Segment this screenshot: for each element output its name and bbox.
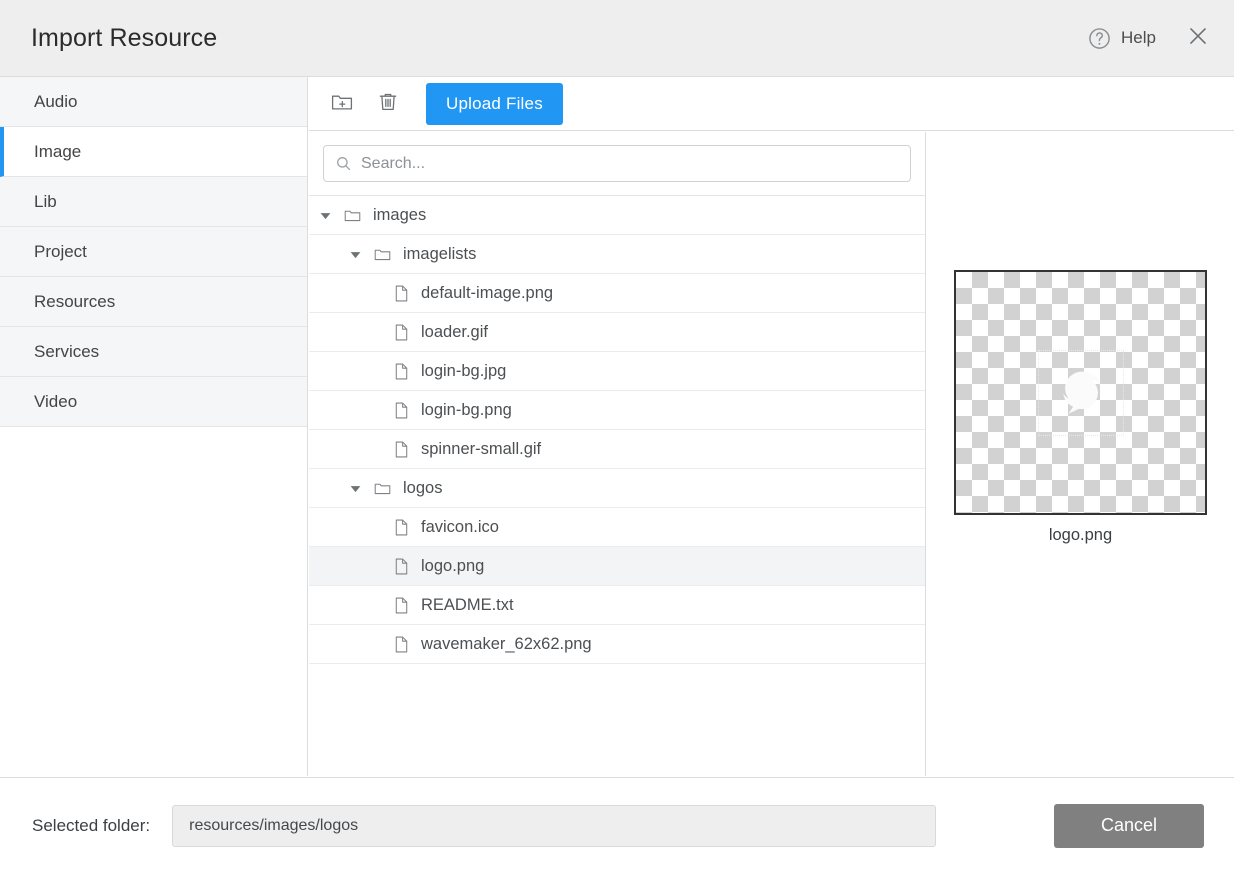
- file-icon: [393, 323, 410, 342]
- tree-row-file-loader-gif[interactable]: loader.gif: [309, 313, 925, 352]
- sidebar-item-project[interactable]: Project: [0, 227, 307, 277]
- tree-row-file-favicon-ico[interactable]: favicon.ico: [309, 508, 925, 547]
- preview-caption: logo.png: [1049, 526, 1112, 545]
- page-title: Import Resource: [31, 24, 217, 53]
- preview-image: [1038, 350, 1124, 436]
- tree-row-label: login-bg.jpg: [421, 362, 506, 381]
- search-box[interactable]: [323, 145, 911, 182]
- tree-row-label: README.txt: [421, 596, 514, 615]
- dialog-header: Import Resource Help: [0, 0, 1234, 77]
- sidebar-item-video[interactable]: Video: [0, 377, 307, 427]
- file-icon: [393, 401, 410, 420]
- import-resource-dialog: Import Resource Help: [0, 0, 1234, 873]
- sidebar-item-label: Video: [34, 392, 77, 412]
- dialog-footer: Selected folder: resources/images/logos …: [0, 777, 1234, 873]
- chevron-down-icon[interactable]: [349, 248, 362, 261]
- delete-button[interactable]: [371, 87, 405, 121]
- question-circle-icon: [1087, 26, 1112, 51]
- close-icon: [1185, 23, 1211, 54]
- tree-row-file-spinner-small-gif[interactable]: spinner-small.gif: [309, 430, 925, 469]
- sidebar-item-label: Image: [34, 142, 81, 162]
- file-icon: [393, 557, 410, 576]
- help-label: Help: [1121, 28, 1156, 48]
- tree-row-file-readme-txt[interactable]: README.txt: [309, 586, 925, 625]
- chevron-down-icon[interactable]: [349, 482, 362, 495]
- tree-row-label: spinner-small.gif: [421, 440, 541, 459]
- header-actions: Help: [1087, 24, 1212, 52]
- tree-row-file-wavemaker-62x62-png[interactable]: wavemaker_62x62.png: [309, 625, 925, 664]
- tree-row-file-login-bg-jpg[interactable]: login-bg.jpg: [309, 352, 925, 391]
- selected-folder-value: resources/images/logos: [189, 817, 358, 835]
- tree-row-file-login-bg-png[interactable]: login-bg.png: [309, 391, 925, 430]
- new-folder-button[interactable]: [325, 87, 359, 121]
- cancel-button[interactable]: Cancel: [1054, 804, 1204, 848]
- sidebar-item-services[interactable]: Services: [0, 327, 307, 377]
- tree-row-label: logos: [403, 479, 442, 498]
- sidebar-item-image[interactable]: Image: [0, 127, 307, 177]
- file-icon: [393, 440, 410, 459]
- file-tree: images imagelists: [309, 196, 925, 664]
- sidebar: Audio Image Lib Project Resources Servic…: [0, 77, 308, 776]
- tree-row-folder-images[interactable]: images: [309, 196, 925, 235]
- close-button[interactable]: [1184, 24, 1212, 52]
- sidebar-item-label: Project: [34, 242, 87, 262]
- chevron-down-icon[interactable]: [319, 209, 332, 222]
- new-folder-icon: [330, 90, 354, 117]
- file-icon: [393, 596, 410, 615]
- upload-files-button[interactable]: Upload Files: [426, 83, 563, 125]
- file-icon: [393, 284, 410, 303]
- selected-folder-label: Selected folder:: [32, 816, 150, 836]
- tree-row-folder-logos[interactable]: logos: [309, 469, 925, 508]
- file-icon: [393, 635, 410, 654]
- tree-row-label: logo.png: [421, 557, 484, 576]
- file-tree-panel: images imagelists: [309, 132, 926, 776]
- tree-row-folder-imagelists[interactable]: imagelists: [309, 235, 925, 274]
- sidebar-item-label: Lib: [34, 192, 57, 212]
- tree-row-label: login-bg.png: [421, 401, 512, 420]
- sidebar-item-resources[interactable]: Resources: [0, 277, 307, 327]
- sidebar-item-lib[interactable]: Lib: [0, 177, 307, 227]
- preview-thumbnail: [954, 270, 1207, 515]
- file-icon: [393, 362, 410, 381]
- sidebar-item-label: Audio: [34, 92, 77, 112]
- tree-row-label: default-image.png: [421, 284, 553, 303]
- folder-icon: [373, 245, 392, 264]
- search-input[interactable]: [361, 155, 910, 173]
- trash-icon: [376, 90, 400, 117]
- help-button[interactable]: Help: [1087, 26, 1156, 51]
- folder-icon: [343, 206, 362, 225]
- toolbar: Upload Files: [309, 77, 1234, 131]
- file-icon: [393, 518, 410, 537]
- search-container: [309, 132, 925, 196]
- sidebar-item-audio[interactable]: Audio: [0, 77, 307, 127]
- tree-row-label: images: [373, 206, 426, 225]
- selected-folder-field[interactable]: resources/images/logos: [172, 805, 936, 847]
- tree-row-label: imagelists: [403, 245, 476, 264]
- tree-row-label: loader.gif: [421, 323, 488, 342]
- sidebar-item-label: Services: [34, 342, 99, 362]
- tree-row-label: favicon.ico: [421, 518, 499, 537]
- preview-panel: logo.png: [927, 132, 1234, 776]
- tree-row-file-logo-png[interactable]: logo.png: [309, 547, 925, 586]
- folder-icon: [373, 479, 392, 498]
- sidebar-item-label: Resources: [34, 292, 115, 312]
- tree-row-label: wavemaker_62x62.png: [421, 635, 592, 654]
- tree-row-file-default-image-png[interactable]: default-image.png: [309, 274, 925, 313]
- search-icon: [324, 155, 352, 172]
